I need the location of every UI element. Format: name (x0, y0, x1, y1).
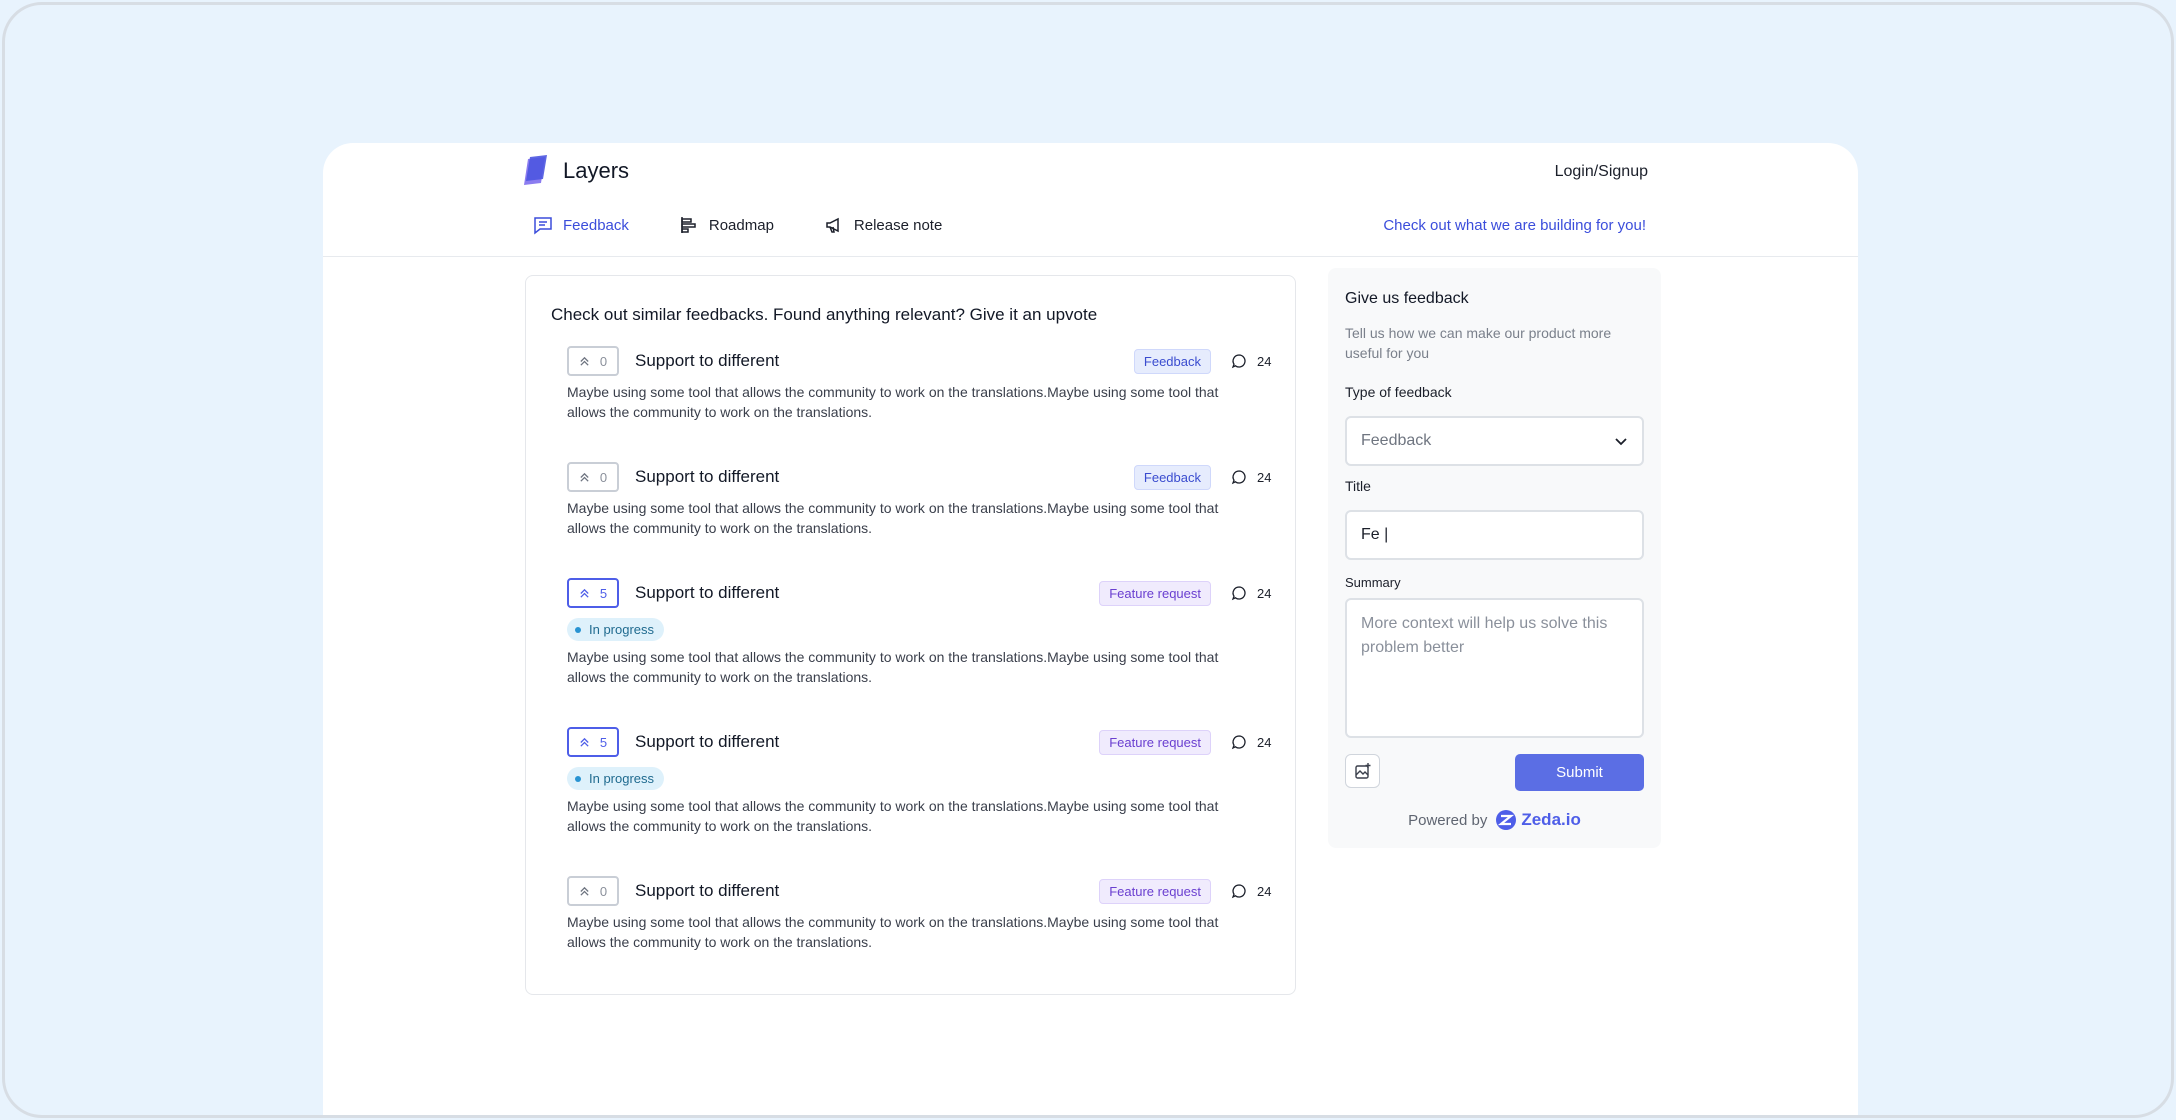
window-frame: Layers Login/Signup Feedback Roadmap Rel… (2, 2, 2174, 1118)
main-card: Layers Login/Signup Feedback Roadmap Rel… (323, 143, 1858, 1115)
tab-release-note-label: Release note (853, 216, 943, 234)
title-input[interactable]: Fe | (1345, 510, 1644, 560)
comment-count[interactable]: 24 (1231, 883, 1277, 899)
item-title[interactable]: Support to different (635, 351, 1134, 371)
category-tag: Feedback (1133, 464, 1211, 490)
double-chevron-up-icon (580, 886, 589, 896)
add-image-icon (1354, 763, 1370, 779)
status-label: In progress (589, 771, 655, 786)
comment-icon (1231, 884, 1246, 899)
comment-count-value: 24 (1257, 469, 1272, 485)
item-title[interactable]: Support to different (635, 732, 1099, 752)
header-divider (323, 256, 1858, 257)
megaphone-icon (826, 217, 839, 233)
powered-by: Powered by Zeda.io (1328, 809, 1661, 831)
upvote-button[interactable]: 0 (567, 462, 619, 492)
tab-release-note[interactable]: Release note (824, 215, 942, 235)
feedback-type-value: Feedback (1361, 432, 1432, 449)
comment-icon (1231, 735, 1246, 750)
login-signup-link[interactable]: Login/Signup (1555, 163, 1648, 181)
upvote-button[interactable]: 5 (567, 727, 619, 757)
item-description: Maybe using some tool that allows the co… (567, 384, 1219, 420)
summary-label: Summary (1345, 575, 1401, 590)
similar-heading: Check out similar feedbacks. Found anyth… (551, 305, 1098, 324)
comment-count[interactable]: 24 (1231, 734, 1277, 750)
chat-icon (534, 217, 552, 235)
status-dot (575, 626, 581, 633)
list-item[interactable]: 0 Support to different Feedback 24 Maybe… (567, 462, 1277, 538)
list-item[interactable]: 0 Support to different Feature request 2… (567, 876, 1277, 952)
summary-textarea[interactable]: More context will help us solve this pro… (1345, 598, 1644, 738)
promo-link[interactable]: Check out what we are building for you! (1383, 217, 1646, 234)
comment-icon (1231, 586, 1246, 601)
comment-count[interactable]: 24 (1231, 585, 1277, 601)
submit-button[interactable]: Submit (1515, 754, 1644, 791)
double-chevron-up-icon (580, 472, 589, 482)
tab-roadmap-label: Roadmap (708, 216, 774, 234)
brand-logo[interactable]: Layers (519, 155, 629, 187)
vote-count: 5 (599, 734, 608, 750)
comment-count-value: 24 (1257, 585, 1272, 601)
upvote-button[interactable]: 0 (567, 346, 619, 376)
comment-icon (1231, 354, 1246, 369)
layers-logo-icon (519, 155, 551, 187)
tab-feedback-label: Feedback (563, 216, 629, 234)
vote-count: 0 (599, 353, 608, 369)
tab-feedback[interactable]: Feedback (533, 215, 629, 235)
zeda-logo-icon (1496, 810, 1517, 830)
status-label: In progress (589, 622, 655, 637)
vote-count: 0 (599, 883, 608, 899)
attach-image-button[interactable] (1345, 754, 1380, 788)
brand-name: Layers (563, 158, 630, 183)
double-chevron-up-icon (580, 588, 589, 598)
similar-feedback-panel: Check out similar feedbacks. Found anyth… (525, 275, 1296, 995)
status-badge: In progress (567, 618, 665, 641)
status-dot (575, 775, 581, 782)
list-item[interactable]: 0 Support to different Feedback 24 Maybe… (567, 346, 1277, 422)
double-chevron-up-icon (580, 356, 589, 366)
item-description: Maybe using some tool that allows the co… (567, 649, 1219, 685)
feedback-type-select[interactable]: Feedback (1345, 416, 1644, 466)
feedback-form: Give us feedback Tell us how we can make… (1328, 268, 1661, 848)
item-title[interactable]: Support to different (635, 467, 1134, 487)
status-badge: In progress (567, 767, 665, 790)
double-chevron-up-icon (580, 737, 589, 747)
form-title: Give us feedback (1345, 290, 1469, 307)
list-item[interactable]: 5 Support to different Feature request 2… (567, 727, 1277, 836)
type-label: Type of feedback (1345, 384, 1452, 400)
item-description: Maybe using some tool that allows the co… (567, 914, 1219, 950)
chevron-down-icon (1615, 438, 1627, 446)
comment-count-value: 24 (1257, 734, 1272, 750)
item-title[interactable]: Support to different (635, 583, 1099, 603)
comment-count[interactable]: 24 (1231, 469, 1277, 485)
upvote-button[interactable]: 0 (567, 876, 619, 906)
nav-bar: Feedback Roadmap Release note (533, 215, 942, 235)
list-item[interactable]: 5 Support to different Feature request 2… (567, 578, 1277, 687)
form-subtitle: Tell us how we can make our product more… (1345, 325, 1612, 361)
tab-roadmap[interactable]: Roadmap (679, 215, 774, 235)
item-description: Maybe using some tool that allows the co… (567, 798, 1219, 834)
title-input-value: Fe | (1361, 526, 1389, 543)
item-description: Maybe using some tool that allows the co… (567, 500, 1219, 536)
vote-count: 0 (599, 469, 608, 485)
powered-by-label: Powered by (1408, 811, 1488, 829)
title-label: Title (1345, 478, 1371, 494)
category-tag: Feature request (1099, 580, 1211, 606)
roadmap-icon (681, 217, 696, 233)
category-tag: Feature request (1099, 729, 1211, 755)
comment-count-value: 24 (1257, 353, 1272, 369)
item-title[interactable]: Support to different (635, 881, 1099, 901)
category-tag: Feature request (1099, 878, 1211, 904)
zeda-logo-text: Zeda.io (1521, 810, 1581, 829)
comment-count[interactable]: 24 (1231, 353, 1277, 369)
upvote-button[interactable]: 5 (567, 578, 619, 608)
comment-icon (1231, 470, 1246, 485)
category-tag: Feedback (1133, 348, 1211, 374)
summary-placeholder: More context will help us solve this pro… (1361, 615, 1608, 656)
zeda-logo[interactable]: Zeda.io (1495, 809, 1581, 831)
comment-count-value: 24 (1257, 883, 1272, 899)
vote-count: 5 (599, 585, 608, 601)
